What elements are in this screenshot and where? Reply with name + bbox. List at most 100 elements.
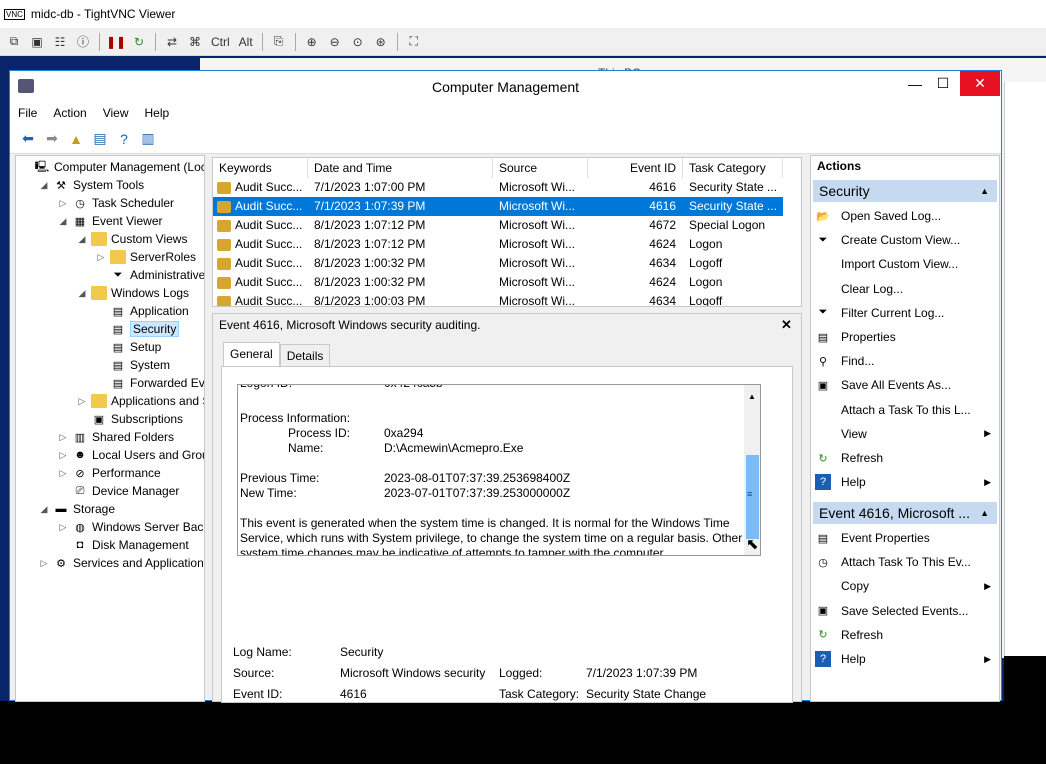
maximize-button[interactable]: ☐	[928, 71, 958, 96]
minimize-button[interactable]: —	[900, 71, 930, 96]
tree-item-local-users-and-groups[interactable]: ▷ ☻ Local Users and Groups	[58, 446, 204, 464]
column-header-event-id[interactable]: Event ID	[588, 158, 683, 178]
expand-arrow-icon[interactable]: ▷	[96, 252, 106, 263]
tree-item-storage[interactable]: ◢ ▬ Storage	[39, 500, 116, 518]
tree-item-computer-management-local[interactable]: 🖳 Computer Management (Local	[20, 158, 204, 176]
action-create-custom-view[interactable]: ⏷ Create Custom View...	[815, 230, 995, 250]
tree-item-administrative-e[interactable]: ⏷ Administrative E	[96, 266, 204, 284]
action-refresh[interactable]: ↻ Refresh	[815, 625, 995, 645]
menu-view[interactable]: View	[103, 106, 129, 120]
table-row[interactable]: Audit Succ... 7/1/2023 1:07:00 PM Microsof…	[213, 178, 783, 197]
tree-item-system-tools[interactable]: ◢ ⚒ System Tools	[39, 176, 145, 194]
menu-action[interactable]: Action	[53, 106, 86, 120]
expand-arrow-icon[interactable]: ▷	[58, 522, 68, 533]
action-open-saved-log[interactable]: 📂 Open Saved Log...	[815, 206, 995, 226]
action-properties[interactable]: ▤ Properties	[815, 327, 995, 347]
tree-item-windows-logs[interactable]: ◢ Windows Logs	[77, 284, 189, 302]
action-clear-log[interactable]: Clear Log...	[815, 279, 995, 299]
scroll-up-icon[interactable]: ▲	[746, 389, 758, 404]
up-folder-icon[interactable]: ▲	[66, 129, 86, 149]
action-save-all-events-as[interactable]: ▣ Save All Events As...	[815, 375, 995, 395]
expand-arrow-icon[interactable]: ▷	[58, 198, 68, 209]
description-scrollbar[interactable]: ▲ ≡	[744, 385, 760, 555]
tree-item-subscriptions[interactable]: ▣ Subscriptions	[77, 410, 183, 428]
column-header-date[interactable]: Date and Time	[308, 158, 493, 178]
transfer-icon[interactable]: ⇄	[162, 32, 182, 52]
pause-icon[interactable]: ❚❚	[106, 32, 126, 52]
help-icon[interactable]: ?	[114, 129, 134, 149]
close-detail-icon[interactable]: ✕	[781, 317, 792, 333]
alt-button[interactable]: Alt	[236, 35, 256, 49]
tree-item-windows-server-backup[interactable]: ▷ ◍ Windows Server Backup	[58, 518, 204, 536]
tree-item-performance[interactable]: ▷ ⊘ Performance	[58, 464, 161, 482]
tree-item-system[interactable]: ▤ System	[96, 356, 170, 374]
collapse-icon[interactable]: ▲	[980, 508, 989, 518]
tab-details[interactable]: Details	[279, 344, 331, 366]
table-row[interactable]: Audit Succ... 7/1/2023 1:07:39 PM Microsof…	[213, 197, 783, 216]
collapse-arrow-icon[interactable]: ◢	[77, 288, 87, 299]
ctrl-button[interactable]: Ctrl	[208, 35, 233, 49]
expand-arrow-icon[interactable]: ▷	[58, 432, 68, 443]
action-import-custom-view[interactable]: Import Custom View...	[815, 254, 995, 274]
tree-item-task-scheduler[interactable]: ▷ ◷ Task Scheduler	[58, 194, 175, 212]
expand-arrow-icon[interactable]: ▷	[58, 450, 68, 461]
table-row[interactable]: Audit Succ... 8/1/2023 1:00:32 PM Microsof…	[213, 254, 783, 273]
collapse-arrow-icon[interactable]: ◢	[77, 234, 87, 245]
zoom-in-icon[interactable]: ⊕	[302, 32, 322, 52]
action-help[interactable]: ? Help ▶	[815, 649, 995, 669]
fullscreen-icon[interactable]: ⛶	[404, 32, 424, 52]
column-header-keywords[interactable]: Keywords	[213, 158, 308, 178]
expand-arrow-icon[interactable]: ▷	[58, 468, 68, 479]
close-button[interactable]: ✕	[960, 71, 1000, 96]
collapse-arrow-icon[interactable]: ◢	[58, 216, 68, 227]
column-header-task-category[interactable]: Task Category	[683, 158, 783, 178]
action-attach-a-task-to-this-l[interactable]: Attach a Task To this L...	[815, 400, 995, 420]
new-connection-icon[interactable]: ⧉	[4, 32, 24, 52]
tree-item-serverroles[interactable]: ▷ ServerRoles	[96, 248, 196, 266]
clipboard-icon[interactable]: ⎘	[269, 32, 289, 52]
action-copy[interactable]: Copy ▶	[815, 576, 995, 596]
tree-item-device-manager[interactable]: ⎚ Device Manager	[58, 482, 180, 500]
info-icon[interactable]: ⓘ	[73, 32, 93, 52]
table-row[interactable]: Audit Succ... 8/1/2023 1:07:12 PM Microsof…	[213, 216, 783, 235]
collapse-icon[interactable]: ▲	[980, 186, 989, 196]
show-hide-action-pane-icon[interactable]: ▥	[138, 129, 158, 149]
action-help[interactable]: ? Help ▶	[815, 472, 995, 492]
tree-item-applications-and-se[interactable]: ▷ Applications and Se	[77, 392, 204, 410]
column-header-source[interactable]: Source	[493, 158, 588, 178]
tree-item-setup[interactable]: ▤ Setup	[96, 338, 162, 356]
menu-file[interactable]: File	[18, 106, 37, 120]
tree-item-forwarded-event[interactable]: ▤ Forwarded Event	[96, 374, 204, 392]
refresh-icon[interactable]: ↻	[129, 32, 149, 52]
menu-help[interactable]: Help	[145, 106, 170, 120]
ctrl-alt-del-icon[interactable]: ⌘	[185, 32, 205, 52]
tree-item-shared-folders[interactable]: ▷ ▥ Shared Folders	[58, 428, 175, 446]
action-find[interactable]: ⚲ Find...	[815, 351, 995, 371]
zoom-out-icon[interactable]: ⊖	[325, 32, 345, 52]
collapse-arrow-icon[interactable]: ◢	[39, 180, 49, 191]
action-filter-current-log[interactable]: ⏷ Filter Current Log...	[815, 303, 995, 323]
action-event-properties[interactable]: ▤ Event Properties	[815, 528, 995, 548]
expand-arrow-icon[interactable]: ▷	[39, 558, 49, 569]
tree-item-services-and-applications[interactable]: ▷ ⚙ Services and Applications	[39, 554, 204, 572]
action-view[interactable]: View ▶	[815, 424, 995, 444]
collapse-arrow-icon[interactable]: ◢	[39, 504, 49, 515]
action-refresh[interactable]: ↻ Refresh	[815, 448, 995, 468]
action-save-selected-events[interactable]: ▣ Save Selected Events...	[815, 601, 995, 621]
zoom-100-icon[interactable]: ⊙	[348, 32, 368, 52]
table-row[interactable]: Audit Succ... 8/1/2023 1:00:03 PM Microsof…	[213, 292, 783, 306]
forward-icon[interactable]: ➡	[42, 129, 62, 149]
tab-general[interactable]: General	[223, 342, 280, 366]
back-icon[interactable]: ⬅	[18, 129, 38, 149]
tree-item-event-viewer[interactable]: ◢ ▦ Event Viewer	[58, 212, 163, 230]
tree-item-application[interactable]: ▤ Application	[96, 302, 189, 320]
save-icon[interactable]: ▣	[27, 32, 47, 52]
table-row[interactable]: Audit Succ... 8/1/2023 1:07:12 PM Microsof…	[213, 235, 783, 254]
tree-item-security[interactable]: ▤ Security	[96, 320, 180, 338]
show-hide-tree-icon[interactable]: ▤	[90, 129, 110, 149]
section-event[interactable]: Event 4616, Microsoft ... ▲	[813, 502, 997, 524]
action-attach-task-to-this-ev[interactable]: ◷ Attach Task To This Ev...	[815, 552, 995, 572]
options-icon[interactable]: ☷	[50, 32, 70, 52]
zoom-fit-icon[interactable]: ⊛	[371, 32, 391, 52]
tree-item-disk-management[interactable]: ◘ Disk Management	[58, 536, 189, 554]
